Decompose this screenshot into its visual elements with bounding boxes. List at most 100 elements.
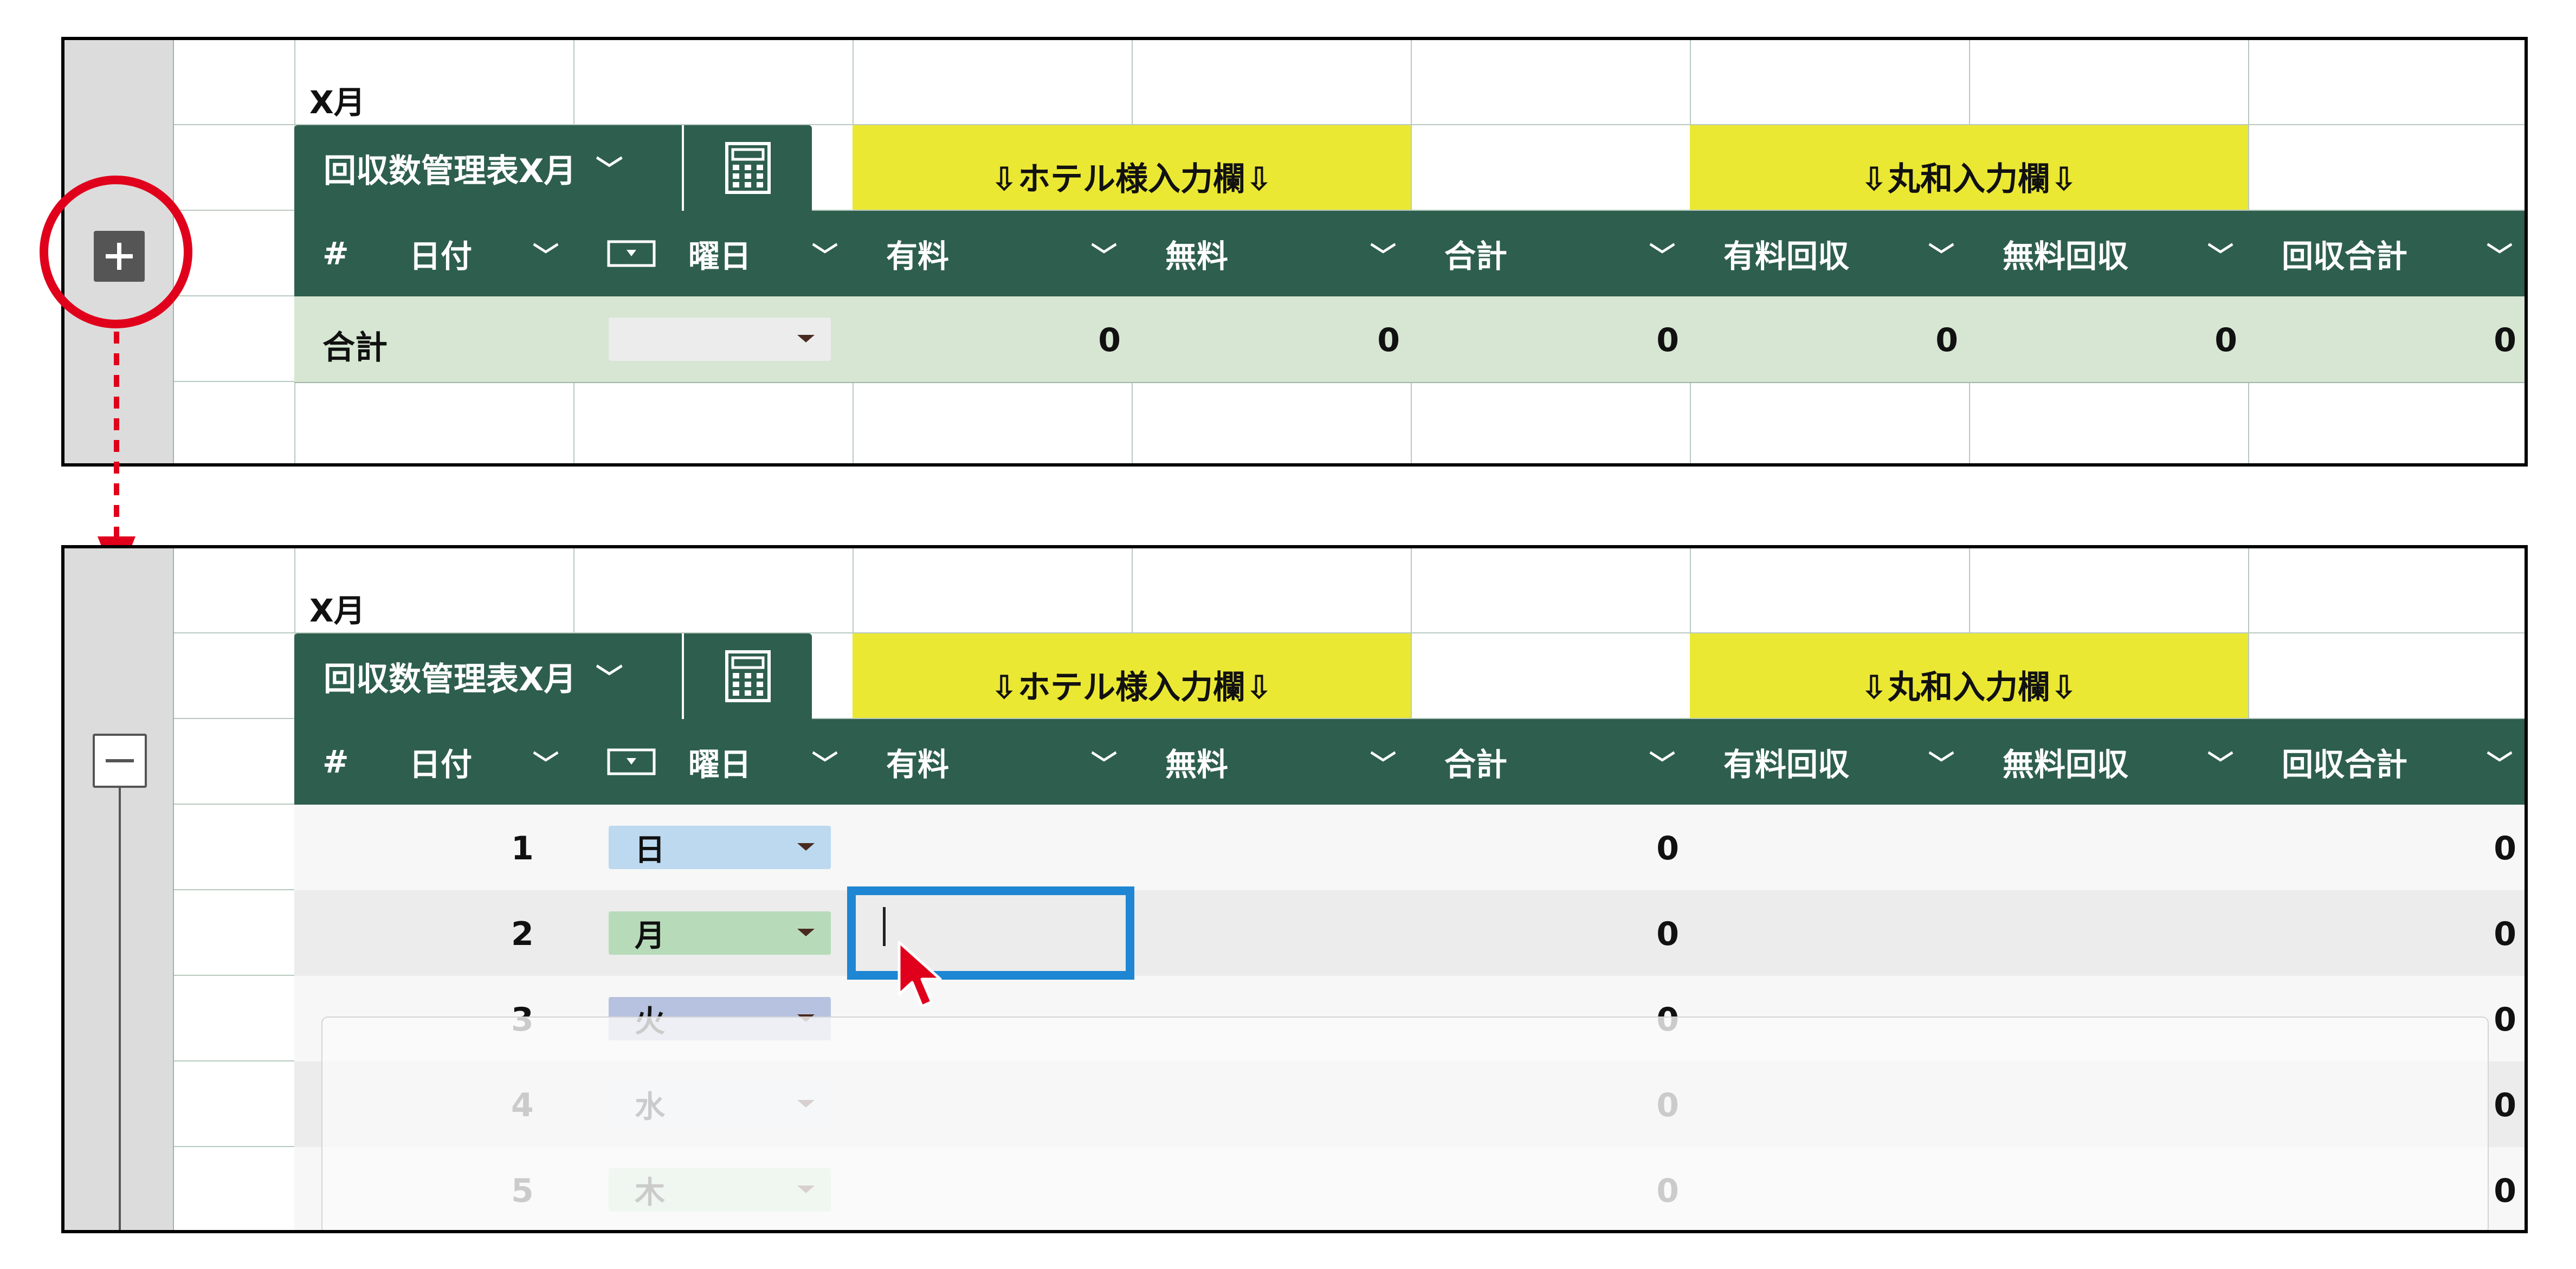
chevron-down-icon[interactable]: ﹀ [812,235,838,273]
chevron-down-icon[interactable]: ﹀ [1649,743,1675,781]
free-label: 無料 [1165,746,1229,783]
free-collect-label: 無料回収 [2003,746,2129,783]
header-free[interactable]: 無料 ﹀ [1132,211,1411,296]
chevron-down-icon[interactable]: ﹀ [1928,235,1954,273]
collect-total-label: 回収合計 [2282,238,2408,275]
chevron-down-icon[interactable]: ﹀ [2487,743,2513,781]
header-weekday[interactable]: 曜日 ﹀ [573,211,853,296]
sheet-title: X月 [309,84,365,121]
table-name-label: 回収数管理表X月 [324,660,577,698]
chevron-down-icon[interactable]: ﹀ [1091,743,1117,781]
header-weekday[interactable]: 曜日 ﹀ [573,719,853,805]
total-paid-value: 0 [1098,321,1121,359]
date-label: 日付 [409,238,473,275]
row-collect-total-value: 0 [2494,1086,2516,1124]
chevron-down-icon[interactable]: ﹀ [1370,235,1396,273]
table-row[interactable]: 2 月 0 0 [294,890,2525,976]
calculator-button[interactable] [682,633,812,719]
chevron-down-icon[interactable]: ﹀ [2487,235,2513,273]
maruwa-input-banner: ⇩丸和入力欄⇩ [1690,633,2248,718]
calculator-button[interactable] [682,125,812,211]
hotel-input-banner: ⇩ホテル様入力欄⇩ [853,633,1411,718]
weekday-label: 曜日 [688,238,752,275]
chevron-down-icon[interactable]: ﹀ [533,743,559,781]
header-total[interactable]: 合計 ﹀ [1411,719,1690,805]
chevron-down-icon[interactable]: ﹀ [2207,235,2233,273]
free-label: 無料 [1165,238,1229,275]
collect-total-label: 回収合計 [2282,746,2408,783]
grid-line [174,1146,294,1147]
total-total-value: 0 [1656,321,1679,359]
collapsed-sheet-panel: X月 回収数管理表X月 ﹀ ⇩ホテル様入力欄⇩ ⇩丸和入力欄⇩ # 日付 ﹀ 曜… [61,37,2528,467]
chevron-down-icon[interactable]: ﹀ [1370,743,1396,781]
header-paid-collect[interactable]: 有料回収 ﹀ [1690,719,1969,805]
dropdown-arrow-icon [797,929,815,936]
paid-collect-label: 有料回収 [1723,238,1850,275]
total-free-collect-value: 0 [2215,321,2237,359]
calculator-icon [725,142,771,194]
hotel-input-banner: ⇩ホテル様入力欄⇩ [853,125,1411,210]
header-paid[interactable]: 有料 ﹀ [853,719,1132,805]
hash-label: # [322,235,349,272]
chevron-down-icon[interactable]: ﹀ [1091,235,1117,273]
grid-line [174,1060,294,1061]
maruwa-input-banner: ⇩丸和入力欄⇩ [1690,125,2248,210]
total-paid-collect-value: 0 [1935,321,1958,359]
dropdown-box-icon [607,240,656,267]
dropdown-arrow-icon [797,335,815,342]
table-name-selector[interactable]: 回収数管理表X月 ﹀ [294,125,682,211]
mouse-cursor-icon [898,941,942,1008]
outline-group-line [119,788,121,1230]
row-total-value: 0 [1656,915,1679,953]
text-caret-icon [883,907,886,946]
chevron-down-icon: ﹀ [596,154,623,186]
header-paid-collect[interactable]: 有料回収 ﹀ [1690,211,1969,296]
table-row[interactable]: 1 日 0 0 [294,805,2525,890]
date-label: 日付 [409,746,473,783]
header-free[interactable]: 無料 ﹀ [1132,719,1411,805]
totals-row: 合計 0 0 0 0 0 0 [294,296,2525,383]
day-number: 2 [511,915,534,953]
weekday-dropdown[interactable]: 日 [609,826,831,869]
paid-label: 有料 [886,238,950,275]
row-collect-total-value: 0 [2494,1001,2516,1039]
header-free-collect[interactable]: 無料回収 ﹀ [1969,719,2248,805]
header-paid[interactable]: 有料 ﹀ [853,211,1132,296]
chevron-down-icon: ﹀ [596,663,623,694]
free-collect-label: 無料回収 [2003,238,2129,275]
grid-line [174,975,294,976]
total-collect-total-value: 0 [2494,321,2516,359]
header-total[interactable]: 合計 ﹀ [1411,211,1690,296]
weekday-value: 日 [635,832,665,868]
weekday-dropdown[interactable]: 月 [609,911,831,955]
chevron-down-icon[interactable]: ﹀ [812,743,838,781]
weekday-label: 曜日 [688,746,752,783]
row-collect-total-value: 0 [2494,1172,2516,1210]
paid-collect-label: 有料回収 [1723,746,1850,783]
chevron-down-icon[interactable]: ﹀ [1649,235,1675,273]
row-collect-total-value: 0 [2494,915,2516,953]
header-collect-total[interactable]: 回収合計 ﹀ [2248,211,2525,296]
day-number: 1 [511,830,534,867]
header-free-collect[interactable]: 無料回収 ﹀ [1969,211,2248,296]
collapse-minus-icon [106,759,134,762]
chevron-down-icon[interactable]: ﹀ [1928,743,1954,781]
table-name-selector[interactable]: 回収数管理表X月 ﹀ [294,633,682,719]
expanded-sheet-panel: X月 回収数管理表X月 ﹀ ⇩ホテル様入力欄⇩ ⇩丸和入力欄⇩ # 日付 ﹀ 曜… [61,545,2528,1233]
dropdown-box-icon [607,748,656,775]
chevron-down-icon[interactable]: ﹀ [533,235,559,273]
row-collect-total-value: 0 [2494,830,2516,867]
calculator-icon [725,650,771,702]
total-label: 合計 [1444,238,1508,275]
hash-label: # [322,743,349,780]
paid-input-cell-selected[interactable] [847,886,1134,980]
highlight-circle [40,176,192,328]
table-name-label: 回収数管理表X月 [324,152,577,190]
header-collect-total[interactable]: 回収合計 ﹀ [2248,719,2525,805]
chevron-down-icon[interactable]: ﹀ [2207,743,2233,781]
header-date[interactable]: # 日付 ﹀ [294,211,573,296]
weekday-dropdown[interactable] [609,318,831,361]
collapse-group-button[interactable] [93,734,147,788]
header-date[interactable]: # 日付 ﹀ [294,719,573,805]
dropdown-arrow-icon [797,843,815,851]
